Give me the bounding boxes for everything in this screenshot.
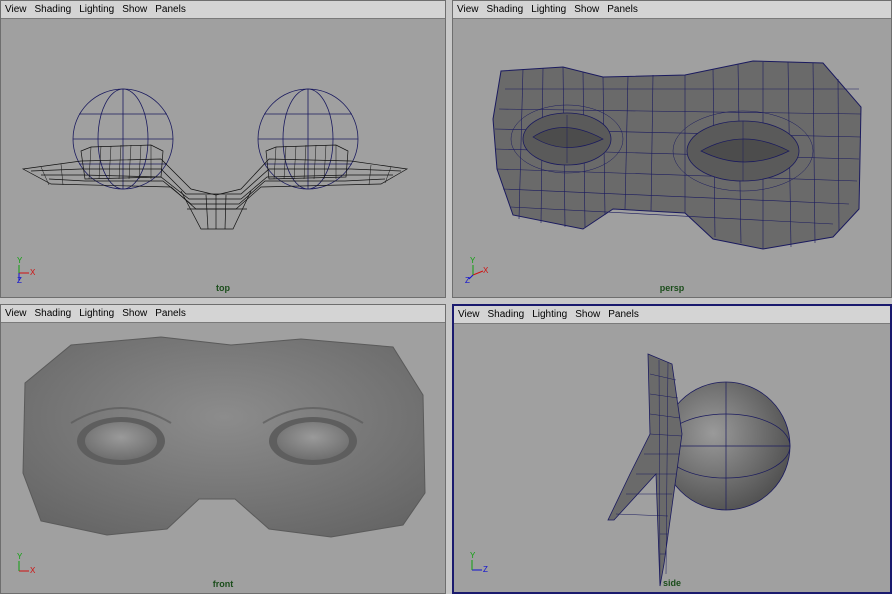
- viewport-canvas-persp[interactable]: X Y Z persp: [453, 19, 891, 297]
- viewport-panel-side[interactable]: View Shading Lighting Show Panels Z Y si…: [452, 304, 892, 594]
- menu-show[interactable]: Show: [571, 307, 604, 323]
- axis-y-label: Y: [470, 551, 476, 560]
- menu-panels[interactable]: Panels: [603, 2, 642, 18]
- front-shaded-view: [22, 336, 426, 538]
- viewport-panel-front[interactable]: View Shading Lighting Show Panels X Y fr…: [0, 304, 446, 594]
- menu-panels[interactable]: Panels: [151, 306, 190, 322]
- axis-y-label: Y: [470, 256, 476, 265]
- menu-shading[interactable]: Shading: [483, 2, 528, 18]
- axis-x-label: X: [30, 566, 36, 575]
- camera-label-top: top: [216, 283, 230, 293]
- menu-lighting[interactable]: Lighting: [75, 306, 118, 322]
- mask-side-profile: [607, 353, 683, 587]
- viewport-panel-persp[interactable]: View Shading Lighting Show Panels X Y Z …: [452, 0, 892, 298]
- menu-shading[interactable]: Shading: [31, 2, 76, 18]
- menu-show[interactable]: Show: [118, 2, 151, 18]
- axis-z-label: Z: [483, 565, 488, 574]
- camera-label-front: front: [212, 579, 234, 589]
- axis-x-label: X: [483, 266, 489, 275]
- menu-panels[interactable]: Panels: [151, 2, 190, 18]
- axis-gizmo: X Y Z: [15, 257, 39, 285]
- viewport-canvas-side[interactable]: Z Y side: [454, 324, 890, 592]
- menu-view[interactable]: View: [1, 306, 31, 322]
- panel-menubar: View Shading Lighting Show Panels: [1, 1, 445, 19]
- axis-y-label: Y: [17, 552, 23, 561]
- top-wireframe-view: [21, 88, 409, 230]
- axis-x-label: X: [30, 268, 36, 277]
- camera-label-persp: persp: [659, 283, 685, 293]
- panel-menubar: View Shading Lighting Show Panels: [454, 306, 890, 324]
- menu-lighting[interactable]: Lighting: [527, 2, 570, 18]
- menu-view[interactable]: View: [454, 307, 484, 323]
- viewport-panel-top[interactable]: View Shading Lighting Show Panels X Y Z …: [0, 0, 446, 298]
- menu-show[interactable]: Show: [570, 2, 603, 18]
- side-shaded-wire-view: [607, 353, 791, 587]
- axis-y-label: Y: [17, 256, 23, 265]
- menu-shading[interactable]: Shading: [31, 306, 76, 322]
- axis-gizmo: X Y: [15, 553, 39, 581]
- menu-panels[interactable]: Panels: [604, 307, 643, 323]
- axis-gizmo: Z Y: [468, 552, 492, 580]
- menu-view[interactable]: View: [453, 2, 483, 18]
- viewport-canvas-top[interactable]: X Y Z top: [1, 19, 445, 297]
- persp-shaded-wire-view: [492, 60, 862, 250]
- menu-lighting[interactable]: Lighting: [528, 307, 571, 323]
- panel-menubar: View Shading Lighting Show Panels: [1, 305, 445, 323]
- camera-label-side: side: [662, 578, 681, 588]
- menu-show[interactable]: Show: [118, 306, 151, 322]
- viewport-canvas-front[interactable]: X Y front: [1, 323, 445, 593]
- menu-shading[interactable]: Shading: [484, 307, 529, 323]
- menu-lighting[interactable]: Lighting: [75, 2, 118, 18]
- axis-gizmo: X Y Z: [465, 257, 491, 285]
- menu-view[interactable]: View: [1, 2, 31, 18]
- panel-menubar: View Shading Lighting Show Panels: [453, 1, 891, 19]
